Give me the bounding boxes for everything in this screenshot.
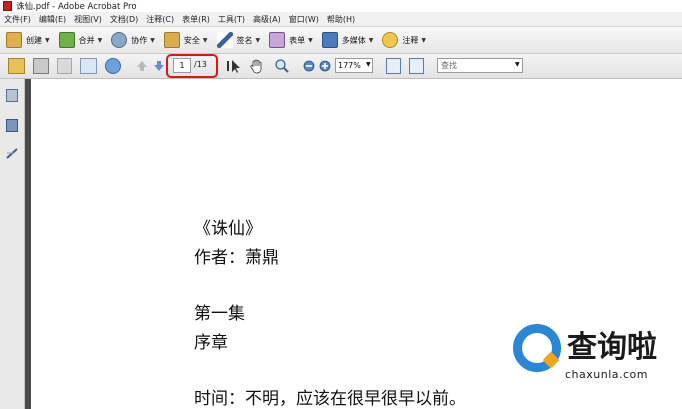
menu-advanced[interactable]: 高级(A) (253, 14, 281, 25)
chevron-down-icon: ▼ (368, 36, 374, 44)
zoom-level-value: 177% (338, 61, 361, 70)
menu-edit[interactable]: 编辑(E) (39, 14, 66, 25)
create-label: 创建 (26, 35, 42, 45)
menu-help[interactable]: 帮助(H) (327, 14, 355, 25)
previous-page-icon[interactable] (136, 58, 148, 74)
chevron-down-icon: ▼ (97, 36, 103, 44)
sign-label: 签名 (236, 35, 253, 45)
next-page-icon[interactable] (153, 58, 165, 74)
chevron-down-icon: ▼ (421, 36, 426, 44)
pages-panel-icon[interactable] (6, 89, 18, 102)
forms-icon (269, 32, 286, 48)
multimedia-icon (321, 32, 338, 48)
email-icon[interactable] (80, 58, 97, 74)
menu-view[interactable]: 视图(V) (74, 14, 102, 25)
zoom-tool-icon[interactable] (274, 58, 290, 74)
menu-document[interactable]: 文档(D) (110, 14, 138, 25)
menu-file[interactable]: 文件(F) (4, 14, 31, 25)
chevron-down-icon: ▼ (308, 36, 313, 44)
multimedia-label: 多媒体 (341, 35, 366, 45)
zoom-out-icon[interactable] (303, 58, 315, 74)
page-number-highlight (166, 54, 218, 78)
signatures-panel-icon[interactable] (6, 147, 18, 160)
pen-icon (216, 32, 233, 48)
secure-label: 安全 (183, 35, 200, 45)
collaborate-icon (111, 32, 128, 48)
navigation-toolbar: 1 /13 177% ▼ 查找 ▼ (0, 54, 682, 79)
sign-button[interactable]: 签名 ▼ (216, 32, 261, 48)
search-placeholder: 查找 (441, 61, 457, 70)
document-author: 作者：萧鼎 (194, 248, 279, 268)
lock-icon (163, 32, 180, 48)
forms-label: 表单 (289, 35, 306, 45)
multimedia-button[interactable]: 多媒体 ▼ (321, 32, 374, 48)
search-dropdown-icon[interactable]: ▼ (515, 61, 520, 68)
menu-bar: 文件(F) 编辑(E) 视图(V) 文档(D) 注释(C) 表单(R) 工具(T… (0, 12, 682, 27)
navigation-panel (0, 79, 25, 409)
title-bar: 诛仙.pdf - Adobe Acrobat Pro (0, 0, 682, 12)
pdf-file-icon (3, 1, 12, 11)
select-tool-icon[interactable] (226, 58, 241, 74)
bookmarks-panel-icon[interactable] (6, 119, 18, 132)
zoom-in-icon[interactable] (319, 58, 331, 74)
watermark-brand: 查询啦 (567, 330, 657, 365)
watermark-url: chaxunla.com (565, 368, 648, 381)
search-input[interactable]: 查找 (437, 58, 523, 73)
create-button[interactable]: 创建 ▼ (6, 32, 50, 48)
menu-comments[interactable]: 注释(C) (146, 14, 174, 25)
open-folder-icon[interactable] (8, 58, 25, 74)
chevron-down-icon: ▼ (45, 36, 50, 44)
combine-button[interactable]: 合并 ▼ (58, 32, 103, 48)
document-paragraph: 时间：不明，应该在很早很早以前。 (194, 389, 466, 409)
document-section: 序章 (194, 333, 228, 353)
document-title: 《诛仙》 (194, 219, 262, 239)
zoom-dropdown-icon[interactable]: ▼ (366, 61, 371, 68)
chevron-down-icon: ▼ (202, 36, 208, 44)
menu-tools[interactable]: 工具(T) (218, 14, 245, 25)
watermark: 查询啦 chaxunla.com (505, 320, 677, 404)
tasks-toolbar: 创建 ▼ 合并 ▼ 协作 ▼ 安全 ▼ 签名 ▼ 表单 ▼ 多媒体 ▼ 注释 ▼ (0, 27, 682, 54)
save-icon[interactable] (57, 58, 72, 74)
fit-page-icon[interactable] (386, 58, 401, 74)
combine-label: 合并 (78, 35, 95, 45)
chevron-down-icon: ▼ (150, 36, 155, 44)
create-pdf-icon (6, 32, 22, 48)
menu-forms[interactable]: 表单(R) (182, 14, 210, 25)
hand-tool-icon[interactable] (249, 58, 265, 74)
forms-button[interactable]: 表单 ▼ (269, 32, 313, 48)
combine-files-icon (58, 32, 75, 48)
print-icon[interactable] (33, 58, 49, 74)
menu-window[interactable]: 窗口(W) (289, 14, 319, 25)
comment-icon (382, 32, 399, 48)
window-title: 诛仙.pdf - Adobe Acrobat Pro (16, 2, 137, 12)
collaborate-button[interactable]: 协作 ▼ (111, 32, 155, 48)
comment-button[interactable]: 注释 ▼ (382, 32, 426, 48)
share-globe-icon[interactable] (105, 58, 121, 74)
full-screen-icon[interactable] (409, 58, 424, 74)
collaborate-label: 协作 (131, 35, 148, 45)
chevron-down-icon: ▼ (255, 36, 261, 44)
secure-button[interactable]: 安全 ▼ (163, 32, 208, 48)
document-chapter: 第一集 (194, 304, 245, 324)
comment-label: 注释 (402, 35, 419, 45)
